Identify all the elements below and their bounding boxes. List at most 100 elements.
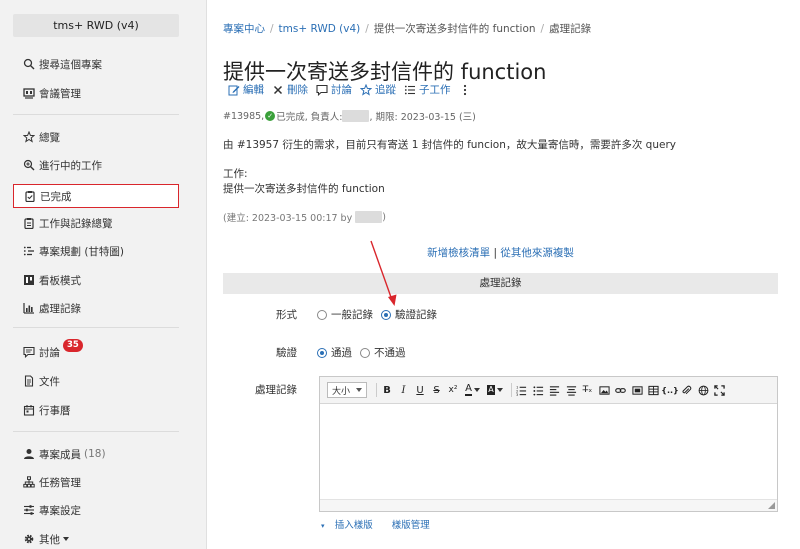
sidebar-item-completed[interactable]: 已完成	[13, 184, 179, 208]
editor-content-area[interactable]	[320, 404, 777, 499]
clipboard-check-icon	[23, 189, 37, 203]
more-menu-button[interactable]	[459, 84, 474, 96]
sidebar-item-project-settings[interactable]: 專案設定	[13, 498, 179, 522]
sidebar-item-search-project[interactable]: 搜尋這個專案	[13, 52, 179, 76]
image-icon[interactable]	[597, 383, 611, 397]
manage-template-link[interactable]: 樣版管理	[392, 520, 430, 531]
subtask-button[interactable]: 子工作	[404, 82, 451, 97]
font-size-select[interactable]: 大小	[327, 382, 368, 398]
caret-down-icon	[63, 537, 69, 541]
sidebar-item-documents[interactable]: 文件	[13, 369, 179, 393]
sliders-icon	[22, 503, 36, 517]
sidebar-item-others[interactable]: 其他	[13, 527, 179, 549]
zoom-in-icon	[22, 158, 36, 172]
text-color-button[interactable]: A	[463, 383, 483, 397]
add-checklist-link[interactable]: 新增檢核清單	[427, 247, 490, 259]
radio-general-record[interactable]: 一般記錄	[317, 307, 373, 322]
italic-button[interactable]: I	[397, 383, 411, 397]
radio-pass[interactable]: 通過	[317, 345, 352, 360]
star-icon	[22, 130, 36, 144]
edit-button[interactable]: 編輯	[228, 82, 264, 97]
bold-button[interactable]: B	[380, 383, 394, 397]
breadcrumb-project-center[interactable]: 專案中心	[223, 23, 265, 35]
created-info: (建立: 2023-03-15 00:17 by )	[223, 211, 386, 224]
sidebar-item-task-management[interactable]: 任務管理	[13, 470, 179, 494]
media-icon[interactable]	[630, 383, 644, 397]
sidebar-item-label: 已完成	[40, 190, 72, 203]
issue-due: , 期限: 2023-03-15 (三)	[369, 112, 476, 123]
link-icon[interactable]	[614, 383, 628, 397]
sidebar-item-label: 進行中的工作	[39, 159, 102, 172]
sidebar-item-gantt[interactable]: 專案規劃 (甘特圖)	[13, 239, 179, 263]
project-title[interactable]: tms+ RWD (v4)	[13, 14, 179, 37]
list-icon	[404, 85, 415, 94]
rich-text-editor: 大小 B I U S x² A A 123 T̶ₓ {..}	[319, 376, 778, 512]
type-radio-group: 一般記錄 驗證記錄	[317, 307, 445, 322]
bullet-list-icon[interactable]	[531, 383, 545, 397]
template-links: ▾ 插入樣版 樣版管理	[321, 517, 438, 531]
gantt-icon	[22, 244, 36, 258]
sidebar-item-kanban[interactable]: 看板模式	[13, 268, 179, 292]
sidebar-item-label: 會議管理	[39, 87, 81, 100]
radio-verification-record[interactable]: 驗證記錄	[381, 307, 437, 322]
issue-id: #13985,	[223, 110, 265, 122]
radio-fail[interactable]: 不通過	[360, 345, 406, 360]
clipboard-list-icon	[22, 216, 36, 230]
sidebar-item-meetings[interactable]: 會議管理	[13, 81, 179, 105]
ordered-list-icon[interactable]: 123	[515, 383, 529, 397]
verify-label: 驗證	[276, 347, 297, 359]
sidebar-item-in-progress[interactable]: 進行中的工作	[13, 153, 179, 177]
issue-actions: 編輯 刪除 討論 追蹤 子工作	[228, 82, 482, 97]
caret-down-icon	[356, 388, 363, 392]
type-label: 形式	[276, 309, 297, 321]
assignee-redacted	[342, 110, 370, 122]
main-panel: 專案中心 / tms+ RWD (v4) / 提供一次寄送多封信件的 function /…	[206, 0, 800, 549]
table-icon[interactable]	[647, 383, 661, 397]
sidebar-item-overview[interactable]: 總覽	[13, 125, 179, 149]
editor-statusbar	[320, 499, 777, 511]
sidebar-item-label: 討論	[39, 346, 60, 359]
verify-radio-group: 通過 不通過	[317, 345, 414, 360]
kanban-icon	[22, 273, 36, 287]
sidebar-item-label: 行事曆	[39, 404, 71, 417]
align-center-icon[interactable]	[564, 383, 578, 397]
background-color-button[interactable]: A	[485, 383, 505, 397]
sidebar-item-members[interactable]: 專案成員 (18)	[13, 442, 179, 466]
sidebar-item-discussion[interactable]: 討論 35	[13, 338, 179, 364]
track-button[interactable]: 追蹤	[360, 82, 396, 97]
sidebar-item-label: 處理記錄	[39, 302, 81, 315]
meeting-icon	[22, 86, 36, 100]
sidebar-item-process-records[interactable]: 處理記錄	[13, 296, 179, 320]
bar-chart-icon	[22, 301, 36, 315]
strikethrough-button[interactable]: S	[430, 383, 444, 397]
section-header-process-record: 處理記錄	[223, 273, 778, 294]
discussion-count-badge: 35	[63, 338, 83, 352]
sidebar-divider	[13, 327, 179, 328]
sidebar-item-label: 文件	[39, 375, 60, 388]
copy-from-source-link[interactable]: 從其他來源複製	[500, 247, 574, 259]
issue-meta: #13985, ✓ 已完成, 負責人: , 期限: 2023-03-15 (三)	[223, 109, 476, 123]
check-circle-icon: ✓	[265, 111, 276, 121]
underline-button[interactable]: U	[413, 383, 427, 397]
calendar-icon	[22, 403, 36, 417]
star-icon	[360, 83, 372, 96]
attachment-icon[interactable]	[680, 383, 694, 397]
close-icon	[273, 85, 283, 94]
fullscreen-icon[interactable]	[713, 383, 727, 397]
resize-handle-icon[interactable]	[768, 502, 775, 509]
superscript-button[interactable]: x²	[446, 383, 460, 397]
search-icon	[22, 57, 36, 71]
sidebar-item-label: 搜尋這個專案	[39, 58, 102, 71]
sidebar-item-work-record-overview[interactable]: 工作與記錄總覽	[13, 211, 179, 235]
issue-description: 由 #13957 衍生的需求，目前只有寄送 1 封信件的 funcion，故大量…	[223, 139, 676, 151]
align-left-icon[interactable]	[548, 383, 562, 397]
sidebar-item-calendar[interactable]: 行事曆	[13, 398, 179, 422]
sidebar-item-label: 看板模式	[39, 274, 81, 287]
clear-format-icon[interactable]: T̶ₓ	[581, 383, 595, 397]
globe-icon[interactable]	[696, 383, 710, 397]
discuss-button[interactable]: 討論	[316, 82, 352, 97]
code-block-icon[interactable]: {..}	[661, 383, 678, 397]
insert-template-link[interactable]: ▾ 插入樣版	[321, 520, 381, 531]
delete-button[interactable]: 刪除	[272, 82, 308, 97]
breadcrumb-project[interactable]: tms+ RWD (v4)	[279, 23, 361, 35]
